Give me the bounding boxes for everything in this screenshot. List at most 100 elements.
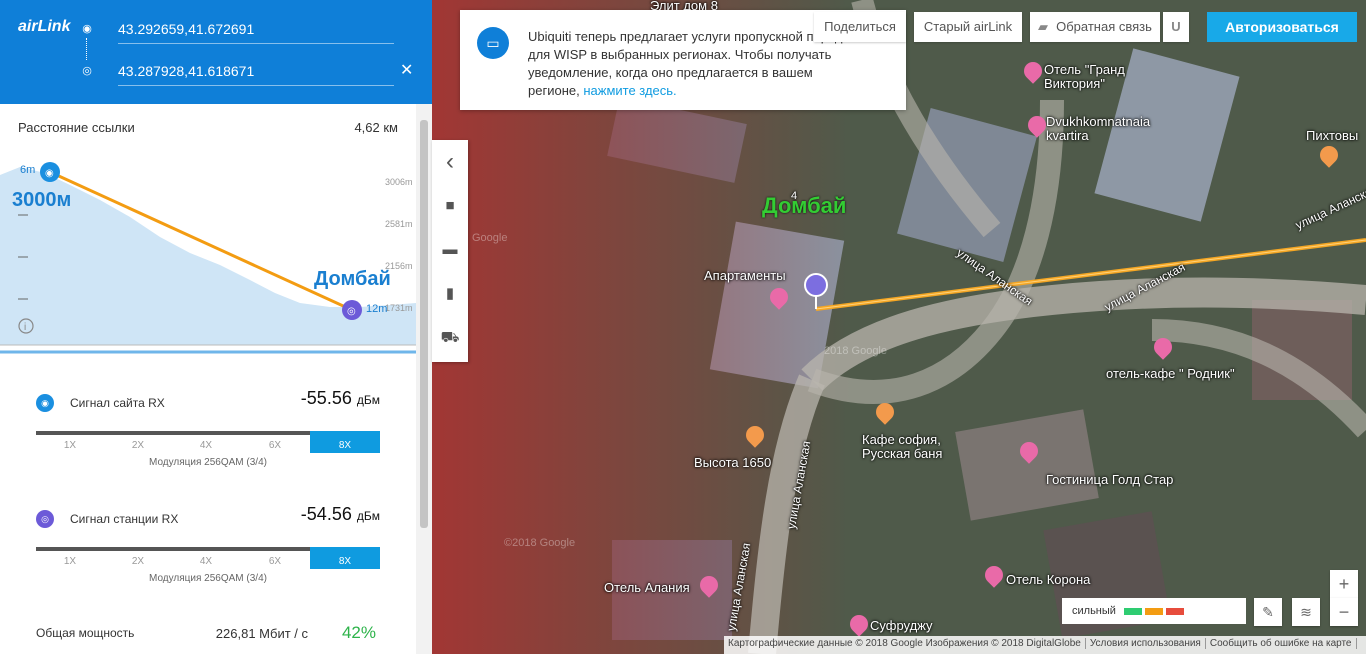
station-height-label: 12m [366, 303, 387, 315]
map-label-cafe-2: Русская баня [862, 446, 943, 461]
map-label-grand-1: Отель "Гранд [1044, 62, 1125, 77]
station-modulation-text: Модуляция 256QAM (3/4) [149, 573, 267, 584]
cart-icon[interactable]: ⛟ [432, 318, 468, 358]
terms-link[interactable]: Условия использования [1085, 638, 1206, 649]
station-signal-label: Сигнал станции RX [70, 512, 179, 526]
station-signal-value: -54.56 дБм [301, 504, 380, 525]
site-signal-number: -55.56 [300, 388, 352, 408]
throughput-value: 226,81 Мбит / с [215, 626, 308, 641]
site-modulation-scale: 1X 2X 4X 6X 8X [36, 431, 380, 453]
feedback-button[interactable]: ▰ Обратная связь [1030, 12, 1160, 42]
map-toolbar: ‹ ■ ▬ ▮ ⛟ [432, 140, 468, 362]
feedback-label: Обратная связь [1056, 19, 1152, 34]
layers-icon[interactable]: ≋ [1292, 598, 1320, 626]
link-connector [86, 38, 87, 60]
legend-red-swatch [1166, 608, 1184, 615]
map-label-visota: Высота 1650 [694, 455, 772, 470]
notice-link[interactable]: нажмите здесь. [583, 83, 676, 98]
map-label-house-number: 4 [791, 190, 798, 202]
throughput-percent: 42% [341, 623, 376, 642]
map-watermark-3: ©2018 Google [504, 537, 576, 549]
station-signal-unit: дБм [356, 509, 380, 523]
axis-label-1: 3006m [385, 177, 413, 187]
elevation-profile: 3006m 2581m 2156m 1731m 6m ◉ 3000м Домба… [0, 145, 416, 355]
airlink-logo: airLink [18, 18, 71, 35]
site-wifi-icon: ◉ [36, 394, 54, 412]
scale-tick: 2X [131, 556, 145, 567]
collapse-panel-icon[interactable]: ‹ [432, 142, 468, 182]
ruler-icon[interactable]: ✎ [1254, 598, 1282, 626]
site-coordinates-input[interactable]: 43.292659,41.672691 [118, 21, 394, 44]
site-modulation-text: Модуляция 256QAM (3/4) [149, 457, 267, 468]
station-antenna-icon: ◎ [36, 510, 54, 528]
login-button[interactable]: Авторизоваться [1207, 12, 1357, 42]
map-label-dvukh-2: kvartira [1046, 128, 1089, 143]
map-attribution: Картографические данные © 2018 Google Из… [724, 636, 1366, 654]
map-label-grand-2: Виктория" [1044, 76, 1105, 91]
site-marker-glyph: ◉ [45, 168, 54, 179]
map-label-dvukh-1: Dvukhkomnatnaia [1046, 114, 1151, 129]
zoom-in-button[interactable]: + [1330, 570, 1358, 598]
map-dombai-label: Домбай [762, 193, 847, 218]
site-signal-value: -55.56 дБм [301, 388, 380, 409]
station-antenna-icon: ◎ [82, 65, 92, 77]
scale-tick: 8X [338, 556, 352, 567]
share-button[interactable]: Поделиться [814, 12, 906, 42]
scale-tick: 6X [268, 556, 282, 567]
notice-device-icon: ▭ [477, 27, 509, 59]
site-signal-unit: дБм [356, 393, 380, 407]
attribution-data: Картографические данные © 2018 Google Из… [724, 638, 1086, 649]
station-marker-glyph: ◎ [347, 306, 356, 317]
link-distance-label: Расстояние ссылки [18, 120, 135, 135]
link-distance-value: 4,62 км [354, 120, 398, 135]
scale-tick: 8X [338, 440, 352, 451]
old-airlink-button[interactable]: Старый airLink [914, 12, 1022, 42]
station-signal-number: -54.56 [300, 504, 352, 524]
info-icon-glyph: i [24, 322, 26, 333]
site-signal-label: Сигнал сайта RX [70, 396, 165, 410]
panel-scrollbar-thumb[interactable] [420, 120, 428, 528]
site-overlay-label: 3000м [12, 189, 71, 211]
map-watermark-2: 2018 Google [824, 345, 887, 357]
save-icon[interactable]: ■ [432, 186, 468, 226]
legend-green-swatch [1124, 608, 1142, 615]
signal-legend: сильный [1062, 598, 1246, 624]
ubiquiti-icon[interactable]: U [1163, 12, 1189, 42]
map-label-cafe-1: Кафе софия, [862, 432, 941, 447]
report-error-link[interactable]: Сообщить об ошибке на карте [1205, 638, 1357, 649]
close-icon[interactable]: ✕ [400, 60, 413, 80]
scale-tick: 1X [63, 556, 77, 567]
map-label-rodnik: отель-кафе " Родник" [1106, 366, 1235, 381]
map-label-alania: Отель Алания [604, 580, 690, 595]
panel-header: airLink ◉ ◎ 43.292659,41.672691 43.28792… [0, 0, 432, 104]
throughput-label: Общая мощность [36, 626, 135, 640]
scale-tick: 4X [199, 440, 213, 451]
station-modulation-scale: 1X 2X 4X 6X 8X [36, 547, 380, 569]
zoom-out-button[interactable]: − [1330, 598, 1358, 626]
map-label-sufr: Суфруджу [870, 618, 933, 633]
scale-tick: 2X [131, 440, 145, 451]
map-label-korona: Отель Корона [1006, 572, 1091, 587]
total-throughput-row: Общая мощность 226,81 Мбит / с 42% [36, 623, 380, 642]
axis-label-4: 1731m [385, 303, 413, 313]
document-icon[interactable]: ▮ [432, 274, 468, 314]
map-station-marker-icon[interactable] [804, 273, 828, 297]
map-watermark-1: Google [472, 232, 508, 244]
scale-tick: 1X [63, 440, 77, 451]
scale-tick: 4X [199, 556, 213, 567]
map-label-apartments: Апартаменты [704, 268, 786, 283]
link-distance-row: Расстояние ссылки 4,62 км [18, 120, 398, 135]
legend-label: сильный [1072, 605, 1116, 617]
map-label-gold: Гостиница Голд Стар [1046, 472, 1174, 487]
site-wifi-icon: ◉ [82, 23, 92, 35]
folder-icon[interactable]: ▬ [432, 230, 468, 270]
axis-label-2: 2581m [385, 219, 413, 229]
station-coordinates-input[interactable]: 43.287928,41.618671 [118, 63, 394, 86]
site-height-label: 6m [20, 164, 35, 176]
map-label-pikht: Пихтовы [1306, 128, 1359, 143]
side-panel: airLink ◉ ◎ 43.292659,41.672691 43.28792… [0, 0, 432, 654]
legend-orange-swatch [1145, 608, 1163, 615]
feedback-icon: ▰ [1038, 19, 1048, 34]
scale-tick: 6X [268, 440, 282, 451]
station-overlay-label: Домбай [314, 268, 391, 290]
